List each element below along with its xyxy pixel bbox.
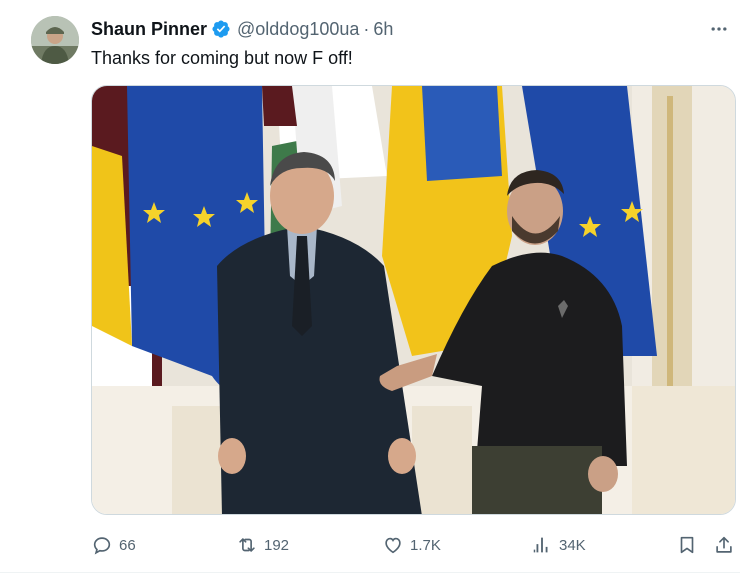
tweet-text: Thanks for coming but now F off! [91, 48, 353, 68]
share-icon [716, 536, 732, 553]
bookmark-icon [680, 536, 694, 554]
repost-icon [239, 538, 255, 552]
reply-count: 66 [119, 536, 136, 554]
reply-icon [93, 537, 111, 555]
avatar[interactable] [31, 16, 79, 64]
tweet-time[interactable]: 6h [373, 19, 393, 40]
avatar-image [31, 16, 79, 64]
repost-count: 192 [264, 536, 290, 554]
view-count: 34K [559, 536, 586, 554]
verified-badge-icon [211, 19, 231, 39]
separator-dot: · [363, 18, 370, 39]
more-options-icon[interactable] [706, 16, 732, 42]
heart-icon [385, 537, 401, 554]
like-button[interactable]: 1.7K [382, 531, 441, 559]
like-count: 1.7K [410, 536, 441, 554]
reply-button[interactable]: 66 [91, 531, 136, 559]
views-button[interactable]: 34K [531, 531, 586, 559]
author-name[interactable]: Shaun Pinner [91, 19, 207, 40]
tweet-photo[interactable] [91, 85, 736, 515]
tweet[interactable]: Shaun Pinner @olddog100ua · 6h Thanks fo… [0, 0, 740, 581]
repost-button[interactable]: 192 [236, 531, 289, 559]
photo-image [92, 86, 735, 514]
tweet-header: Shaun Pinner @olddog100ua · 6h [91, 17, 393, 41]
divider [0, 572, 740, 573]
author-handle[interactable]: @olddog100ua [237, 19, 359, 40]
bookmark-button[interactable] [676, 531, 698, 559]
share-button[interactable] [713, 531, 735, 559]
tweet-actions: 66 192 1.7K 34K [91, 531, 736, 559]
analytics-icon [533, 537, 548, 553]
